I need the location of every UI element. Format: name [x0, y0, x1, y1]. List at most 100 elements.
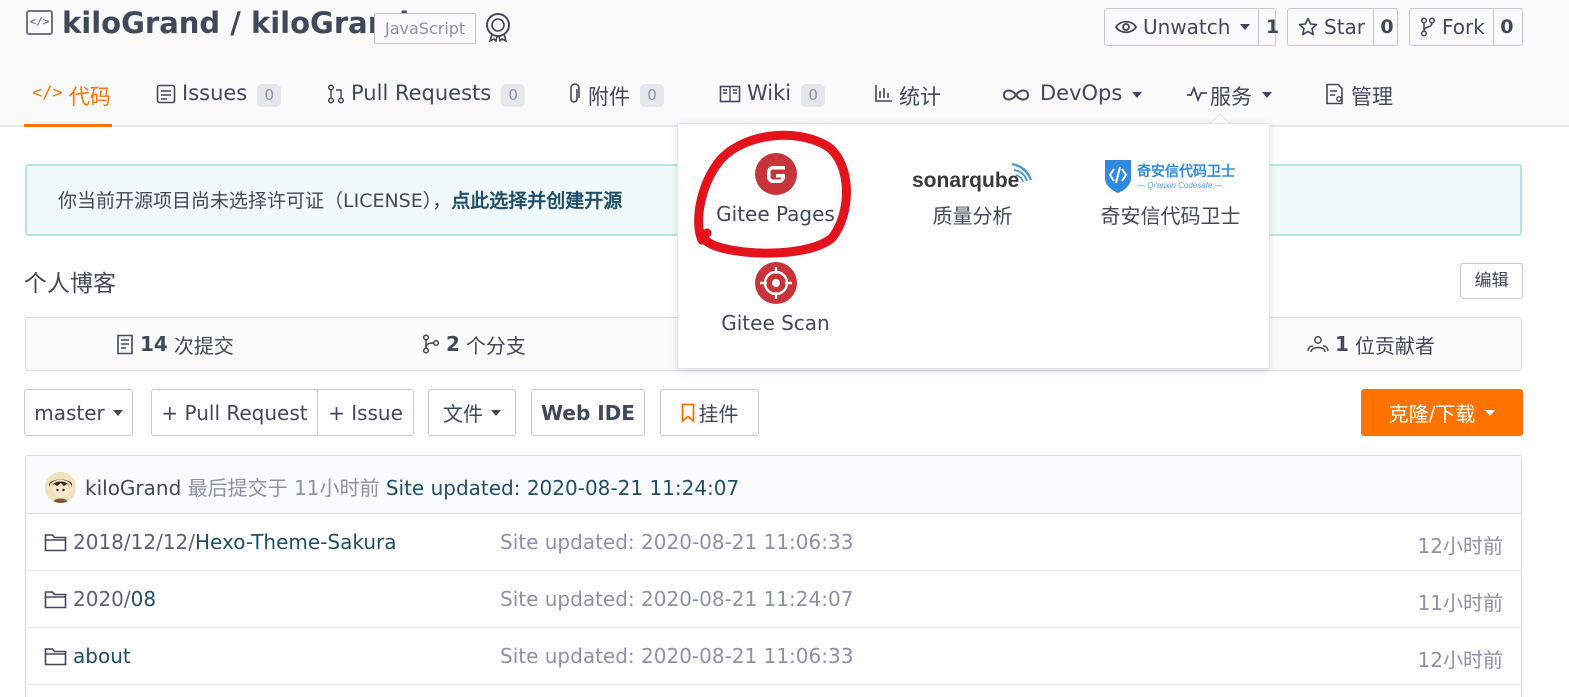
star-button[interactable]: Star 0: [1287, 8, 1398, 46]
commit-doc-icon: [117, 334, 133, 354]
gitee-pages-label: Gitee Pages: [716, 202, 835, 226]
chevron-down-icon: [491, 409, 501, 416]
issues-count-badge: 0: [257, 84, 282, 107]
file-commit-time: 12小时前: [1417, 648, 1503, 672]
fork-icon: [1420, 17, 1436, 37]
folder-icon: [44, 533, 67, 551]
file-commit-message[interactable]: Site updated: 2020-08-21 11:24:07: [500, 587, 853, 611]
last-commit-row: kiloGrand 最后提交于 11小时前 Site updated: 2020…: [26, 456, 1521, 514]
chevron-down-icon: [1240, 24, 1251, 30]
chevron-down-icon: [1485, 409, 1496, 416]
gitee-scan-icon: [754, 262, 797, 304]
bookmark-icon: [681, 403, 694, 423]
widget-button[interactable]: 挂件: [660, 389, 759, 436]
tab-manage[interactable]: 管理: [1325, 70, 1393, 127]
file-name[interactable]: about: [44, 644, 131, 668]
settings-doc-icon: [1326, 83, 1343, 105]
branches-label: 个分支: [465, 333, 526, 358]
tab-wiki-label: Wiki: [747, 81, 792, 105]
table-row[interactable]: about Site updated: 2020-08-21 11:06:33 …: [26, 628, 1521, 685]
award-icon[interactable]: [484, 12, 512, 42]
repo-title[interactable]: kiloGrand / kiloGrand: [62, 6, 409, 40]
infinity-icon: [1002, 89, 1030, 101]
tab-statistics[interactable]: 统计: [875, 70, 941, 127]
file-commit-time: 12小时前: [1417, 534, 1503, 558]
fork-button[interactable]: Fork 0: [1409, 8, 1523, 46]
table-row[interactable]: 2020/08 Site updated: 2020-08-21 11:24:0…: [26, 571, 1521, 628]
watch-count[interactable]: 1: [1258, 9, 1285, 45]
book-icon: [719, 85, 741, 103]
service-gitee-pages[interactable]: Gitee Pages: [678, 152, 873, 226]
branches-stat[interactable]: 2 个分支: [422, 318, 526, 370]
widget-label: 挂件: [698, 402, 739, 426]
file-leaf-name[interactable]: 08: [131, 587, 156, 611]
tab-manage-label: 管理: [1351, 85, 1393, 109]
tab-issues[interactable]: Issues 0: [156, 70, 282, 127]
license-link[interactable]: 点此选择并创建开源: [451, 190, 622, 212]
services-dropdown: Gitee Pages sonarqube 质量分析 奇安信代码卫士 — Qi'…: [677, 123, 1270, 369]
commit-message[interactable]: Site updated: 2020-08-21 11:24:07: [386, 476, 739, 500]
chevron-down-icon: [1132, 92, 1143, 98]
file-name[interactable]: 2018/12/12/Hexo-Theme-Sakura: [44, 530, 397, 554]
tab-statistics-label: 统计: [899, 85, 941, 109]
tab-issues-label: Issues: [182, 81, 248, 105]
fork-count[interactable]: 0: [1492, 9, 1520, 45]
tab-devops-label: DevOps: [1040, 81, 1123, 105]
gitee-scan-label: Gitee Scan: [721, 311, 830, 335]
clone-download-button[interactable]: 克隆/下载: [1361, 389, 1523, 436]
tab-code[interactable]: </> 代码: [24, 70, 112, 127]
edit-button[interactable]: 编辑: [1460, 263, 1523, 299]
commits-stat[interactable]: 14 次提交: [116, 318, 234, 370]
tab-attachments[interactable]: 附件 0: [566, 70, 664, 127]
svg-text:奇安信代码卫士: 奇安信代码卫士: [1137, 163, 1235, 180]
unwatch-button[interactable]: Unwatch 1: [1104, 8, 1279, 46]
file-commit-message[interactable]: Site updated: 2020-08-21 11:06:33: [500, 644, 853, 668]
svg-text:sonarqube: sonarqube: [912, 169, 1019, 192]
repo-description: 个人博客: [24, 271, 116, 297]
paperclip-icon: [570, 83, 580, 103]
file-commit-message[interactable]: Site updated: 2020-08-21 11:06:33: [500, 530, 853, 554]
qianxin-logo-icon: 奇安信代码卫士 — Qi'anxin Codesafe —: [1104, 160, 1235, 193]
language-badge[interactable]: JavaScript: [374, 13, 477, 44]
new-pull-request-button[interactable]: + Pull Request: [151, 389, 318, 436]
pull-requests-count-badge: 0: [501, 84, 526, 107]
chevron-down-icon: [1262, 92, 1272, 98]
contributors-count: 1: [1335, 332, 1349, 356]
table-row[interactable]: 2018/12/12/Hexo-Theme-Sakura Site update…: [26, 514, 1521, 571]
star-count[interactable]: 0: [1373, 9, 1400, 45]
file-name[interactable]: 2020/08: [44, 587, 156, 611]
folder-icon: [44, 647, 67, 665]
fork-label: Fork: [1442, 15, 1485, 39]
tab-services[interactable]: 服务: [1186, 70, 1272, 127]
service-sonarqube[interactable]: sonarqube 质量分析: [875, 158, 1070, 229]
tab-pull-requests[interactable]: Pull Requests 0: [327, 70, 526, 127]
star-icon: [1298, 17, 1318, 36]
web-ide-button[interactable]: Web IDE: [531, 389, 645, 436]
branch-select[interactable]: master: [24, 389, 133, 436]
file-commit-time: 11小时前: [1417, 591, 1503, 615]
avatar[interactable]: [45, 472, 76, 503]
contributors-stat[interactable]: 1 位贡献者: [1307, 318, 1435, 370]
branches-count: 2: [446, 332, 460, 356]
file-dir-prefix: 2020/: [73, 587, 131, 611]
file-leaf-name[interactable]: Hexo-Theme-Sakura: [195, 530, 396, 554]
star-label: Star: [1324, 15, 1366, 39]
tab-wiki[interactable]: Wiki 0: [719, 70, 826, 127]
wiki-count-badge: 0: [801, 84, 826, 107]
file-leaf-name[interactable]: about: [73, 644, 131, 668]
chevron-down-icon: [112, 409, 123, 416]
branch-select-label: master: [34, 400, 105, 425]
sonarqube-logo-icon: sonarqube: [912, 162, 1032, 192]
tab-pull-requests-label: Pull Requests: [351, 81, 492, 105]
commit-author[interactable]: kiloGrand: [85, 476, 181, 500]
file-dir-prefix: 2018/12/12/: [73, 530, 196, 554]
file-menu-button[interactable]: 文件: [428, 389, 516, 436]
tab-devops[interactable]: DevOps: [1002, 70, 1143, 127]
attachments-count-badge: 0: [640, 84, 664, 107]
service-qianxin-codesafe[interactable]: 奇安信代码卫士 — Qi'anxin Codesafe — 奇安信代码卫士: [1073, 156, 1268, 229]
branch-icon: [422, 334, 440, 354]
pull-request-icon: [327, 84, 345, 104]
service-gitee-scan[interactable]: Gitee Scan: [678, 261, 873, 335]
license-text: 你当前开源项目尚未选择许可证（LICENSE），: [58, 190, 452, 212]
new-issue-button[interactable]: + Issue: [317, 389, 414, 436]
